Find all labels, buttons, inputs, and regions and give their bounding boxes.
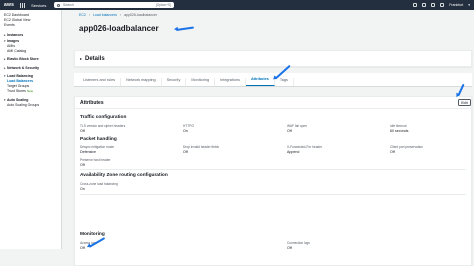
search-input[interactable]: Search [Option+S] (54, 2, 174, 8)
attributes-panel: Attributes Traffic configuration TLS ver… (74, 96, 472, 266)
field-waf-fail-open: WAF fail openOff (287, 124, 357, 133)
main-content: EC2 › Load balancers › app026-loadbalanc… (62, 10, 474, 249)
new-badge: New (27, 89, 33, 93)
caret-down-icon: ▾ (4, 74, 6, 79)
field-desync-mitigation: Desync mitigation modeDefensive (80, 145, 150, 154)
services-menu[interactable]: Services (31, 3, 46, 8)
sidebar-item-trust-stores[interactable]: Trust Stores New (4, 89, 57, 94)
field-http2: HTTP/2On (183, 124, 253, 133)
field-value: On (80, 187, 150, 191)
field-key: WAF fail open (287, 124, 357, 128)
details-section-header[interactable]: ▸ Details (74, 50, 472, 67)
tab-security[interactable]: Security (162, 78, 187, 86)
field-drop-invalid-headers: Drop invalid header fieldsOff (183, 145, 253, 154)
monitoring-title: Monitoring (80, 232, 105, 237)
field-value: Defensive (80, 150, 150, 154)
tab-tags[interactable]: Tags (275, 78, 294, 86)
breadcrumb-load-balancers[interactable]: Load balancers (93, 13, 117, 17)
field-value: On (183, 129, 253, 133)
field-key: Preserve host header (80, 158, 150, 162)
field-key: Drop invalid header fields (183, 145, 253, 149)
field-x-forwarded-for: X-Forwarded-For headerAppend (287, 145, 357, 154)
field-key: Client port preservation (390, 145, 460, 149)
trust-stores-label: Trust Stores (7, 89, 26, 93)
caret-right-icon: ▸ (4, 33, 6, 38)
az-routing-title: Availability Zone routing configuration (80, 173, 168, 178)
cloudshell-icon[interactable] (413, 3, 417, 7)
top-right-controls: Frankfurt ▾ (413, 0, 470, 10)
sidebar-group-label: Elastic Block Store (7, 57, 39, 62)
help-icon[interactable] (431, 3, 435, 7)
caret-right-icon: ▸ (4, 66, 6, 71)
sidebar-item-auto-scaling-groups[interactable]: Auto Scaling Groups (4, 103, 57, 108)
tab-attributes[interactable]: Attributes (246, 78, 275, 86)
sidebar-group-label: Network & Security (7, 66, 39, 71)
search-placeholder: Search (63, 3, 74, 7)
details-label: Details (85, 56, 105, 62)
caret-down-icon: ▾ (4, 98, 6, 103)
region-selector[interactable]: Frankfurt (449, 3, 463, 7)
field-value: Off (80, 163, 150, 167)
section-divider (80, 169, 466, 170)
sidebar-group-network-security[interactable]: ▸Network & Security (4, 66, 57, 71)
aws-logo[interactable]: aws (4, 2, 14, 8)
field-key: X-Forwarded-For header (287, 145, 357, 149)
breadcrumb-separator: › (89, 13, 90, 17)
attributes-title: Attributes (80, 100, 104, 106)
field-key: Idle timeout (390, 124, 460, 128)
sidebar-group-instances[interactable]: ▸Instances (4, 33, 57, 38)
section-divider (80, 194, 466, 195)
field-connection-logs: Connection logsOff (287, 241, 357, 250)
caret-down-icon: ▾ (4, 39, 6, 44)
caret-right-icon: ▸ (4, 57, 6, 62)
field-value: Off (287, 246, 357, 250)
account-menu[interactable]: ▾ (468, 3, 470, 7)
search-icon (57, 4, 60, 7)
services-grid-icon[interactable] (20, 3, 25, 8)
tab-listeners-and-rules[interactable]: Listeners and rules (78, 78, 121, 86)
sidebar-item-ami-catalog[interactable]: AMI Catalog (4, 49, 57, 54)
notifications-icon[interactable] (422, 3, 426, 7)
field-key: Connection logs (287, 241, 357, 245)
breadcrumb-separator: › (120, 13, 121, 17)
sidebar-group-elastic-block-store[interactable]: ▸Elastic Block Store (4, 57, 57, 62)
packet-handling-title: Packet handling (80, 137, 117, 142)
field-key: Cross-zone load balancing (80, 182, 150, 186)
top-navigation-bar: aws Services Search [Option+S] Frankfurt… (0, 0, 474, 10)
field-client-port-preservation: Client port preservationOff (390, 145, 460, 154)
sidebar-navigation: EC2 Dashboard EC2 Global View Events ▸In… (0, 10, 62, 249)
traffic-configuration-title: Traffic configuration (80, 115, 126, 120)
field-value: Off (80, 129, 150, 133)
field-preserve-host-header: Preserve host headerOff (80, 158, 150, 167)
settings-icon[interactable] (440, 3, 444, 7)
tab-integrations[interactable]: Integrations (215, 78, 246, 86)
search-shortcut-hint: [Option+S] (156, 3, 171, 7)
field-value: Append (287, 150, 357, 154)
breadcrumb: EC2 › Load balancers › app026-loadbalanc… (79, 13, 157, 17)
field-value: Off (390, 150, 460, 154)
field-key: Desync mitigation mode (80, 145, 150, 149)
edit-button[interactable]: Edit (458, 99, 471, 106)
expand-caret-icon: ▸ (80, 56, 82, 61)
breadcrumb-ec2[interactable]: EC2 (79, 13, 86, 17)
attributes-panel-header: Attributes (75, 97, 471, 109)
field-key: HTTP/2 (183, 124, 253, 128)
field-value: Off (287, 129, 357, 133)
tab-monitoring[interactable]: Monitoring (186, 78, 215, 86)
sidebar-group-label: Instances (7, 33, 23, 38)
field-key: TLS version and cipher headers (80, 124, 150, 128)
tab-network-mapping[interactable]: Network mapping (121, 78, 162, 86)
annotation-arrow-title (176, 27, 194, 31)
page-title: app026-loadbalancer (79, 24, 159, 33)
sidebar-item-events[interactable]: Events (4, 23, 57, 28)
breadcrumb-current: app026-loadbalancer (124, 13, 157, 17)
field-idle-timeout: Idle timeout60 seconds (390, 124, 460, 133)
field-cross-zone-load-balancing: Cross-zone load balancingOn (80, 182, 150, 191)
field-value: Off (183, 150, 253, 154)
field-tls-version: TLS version and cipher headersOff (80, 124, 150, 133)
field-value: 60 seconds (390, 129, 460, 133)
